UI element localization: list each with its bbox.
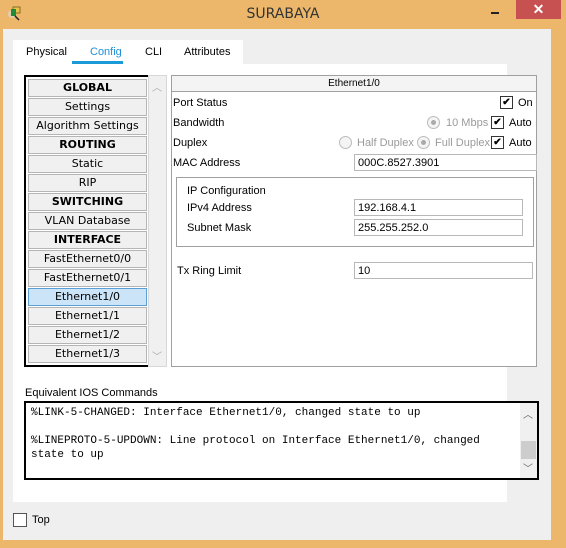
ios-commands-output[interactable]: %LINK-5-CHANGED: Interface Ethernet1/0, … (24, 401, 539, 480)
ios-commands-label: Equivalent IOS Commands (25, 387, 158, 399)
duplex-auto-label: Auto (509, 137, 532, 149)
ipv4-address-label: IPv4 Address (187, 202, 252, 214)
scroll-up-icon[interactable]: ︿ (152, 79, 162, 94)
mac-address-label: MAC Address (173, 157, 241, 169)
tab-attributes[interactable]: Attributes (184, 46, 230, 58)
half-duplex-radio[interactable] (339, 136, 352, 149)
sidebar-header-switching: SWITCHING (28, 193, 147, 211)
sidebar-header-global: GLOBAL (28, 79, 147, 97)
top-checkbox[interactable] (13, 513, 27, 527)
scroll-down-icon[interactable]: ﹀ (523, 460, 533, 475)
sidebar-header-interface: INTERFACE (28, 231, 147, 249)
tab-bar: Physical Config CLI Attributes (13, 40, 243, 64)
sidebar-header-routing: ROUTING (28, 136, 147, 154)
sidebar-item-algorithm-settings[interactable]: Algorithm Settings (28, 117, 147, 135)
duplex-label: Duplex (173, 137, 208, 149)
port-status-checkbox[interactable]: ✔ (500, 96, 513, 109)
sidebar-item-ethernet1-1[interactable]: Ethernet1/1 (28, 307, 147, 325)
tab-physical[interactable]: Physical (26, 46, 67, 58)
sidebar-item-ethernet1-0[interactable]: Ethernet1/0 (28, 288, 147, 306)
ios-scrollbar[interactable]: ︿ ﹀ (520, 403, 537, 478)
bandwidth-10mbps-radio[interactable] (427, 116, 440, 129)
bandwidth-label: Bandwidth (173, 117, 225, 129)
scroll-thumb[interactable] (521, 441, 536, 459)
full-duplex-radio[interactable] (417, 136, 430, 149)
subnet-mask-field[interactable]: 255.255.252.0 (354, 219, 523, 236)
minimize-button[interactable] (479, 0, 509, 19)
half-duplex-label: Half Duplex (357, 137, 414, 149)
tab-cli[interactable]: CLI (145, 46, 162, 58)
duplex-auto-checkbox[interactable]: ✔ (491, 136, 504, 149)
ip-configuration-title: IP Configuration (187, 185, 266, 197)
sidebar-item-vlan-database[interactable]: VLAN Database (28, 212, 147, 230)
sidebar-scrollbar[interactable]: ︿ ﹀ (148, 75, 167, 367)
full-duplex-label: Full Duplex (435, 137, 491, 149)
bandwidth-auto-checkbox[interactable]: ✔ (491, 116, 504, 129)
port-status-label: Port Status (173, 97, 228, 109)
sidebar-item-settings[interactable]: Settings (28, 98, 147, 116)
scroll-up-icon[interactable]: ︿ (523, 406, 533, 421)
ios-commands-text: %LINK-5-CHANGED: Interface Ethernet1/0, … (31, 407, 480, 461)
mac-address-field[interactable]: 000C.8527.3901 (354, 154, 537, 171)
top-label: Top (32, 514, 50, 526)
interface-title: Ethernet1/0 (172, 76, 536, 92)
ipv4-address-field[interactable]: 192.168.4.1 (354, 199, 523, 216)
close-icon: ✕ (532, 1, 545, 17)
title-bar: SURABAYA ✕ (0, 0, 566, 28)
sidebar-item-rip[interactable]: RIP (28, 174, 147, 192)
sidebar-item-ethernet1-2[interactable]: Ethernet1/2 (28, 326, 147, 344)
bandwidth-auto-label: Auto (509, 117, 532, 129)
tx-ring-limit-field[interactable]: 10 (354, 262, 533, 279)
bandwidth-10mbps-label: 10 Mbps (446, 117, 489, 129)
subnet-mask-label: Subnet Mask (187, 222, 252, 234)
tx-ring-limit-label: Tx Ring Limit (177, 265, 242, 277)
sidebar-item-fastethernet0-0[interactable]: FastEthernet0/0 (28, 250, 147, 268)
sidebar-item-fastethernet0-1[interactable]: FastEthernet0/1 (28, 269, 147, 287)
close-button[interactable]: ✕ (516, 0, 561, 19)
port-status-on-label: On (518, 97, 533, 109)
sidebar-item-static[interactable]: Static (28, 155, 147, 173)
sidebar-item-ethernet1-3[interactable]: Ethernet1/3 (28, 345, 147, 363)
config-sidebar: GLOBAL Settings Algorithm Settings ROUTI… (24, 75, 151, 367)
scroll-down-icon[interactable]: ﹀ (152, 348, 162, 363)
tab-config[interactable]: Config (90, 46, 122, 58)
